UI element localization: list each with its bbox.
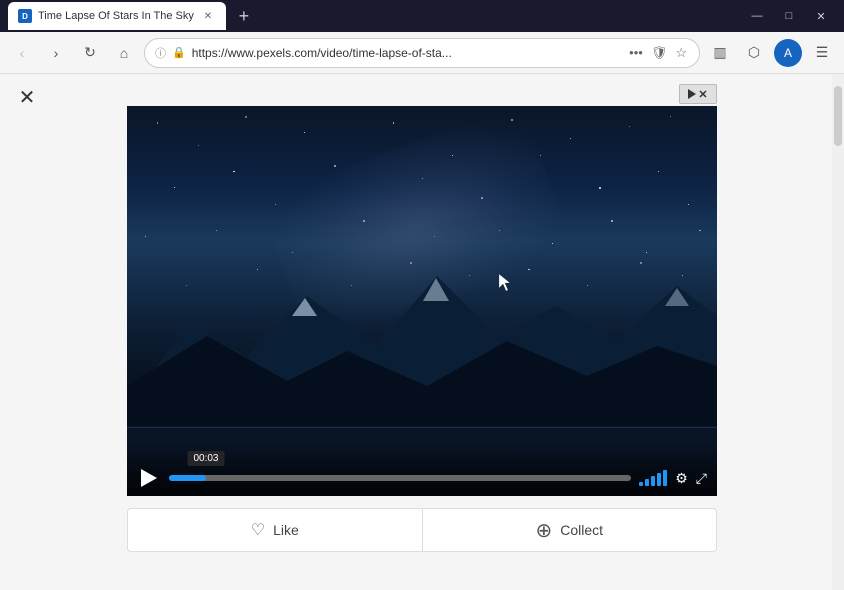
tab-title: Time Lapse Of Stars In The Sky — [38, 10, 194, 22]
time-tooltip: 00:03 — [187, 451, 224, 466]
action-buttons: ♡ Like ⊕ Collect — [127, 508, 717, 552]
forward-button[interactable]: › — [42, 39, 70, 67]
scrollbar[interactable] — [832, 74, 844, 590]
fullscreen-button[interactable]: ⤢ — [696, 470, 707, 487]
heart-icon: ♡ — [251, 520, 265, 540]
overlay-close-icon: ✕ — [698, 88, 707, 101]
overlay-play-icon — [688, 89, 696, 99]
pocket-button[interactable]: 🛡 — [649, 43, 670, 63]
like-label: Like — [273, 522, 299, 538]
restore-button[interactable]: □ — [774, 6, 804, 26]
bookmark-button[interactable]: ☆ — [673, 43, 689, 63]
plus-circle-icon: ⊕ — [535, 518, 552, 543]
navigation-bar: ‹ › ↻ ⌂ ⓘ 🔒 https://www.pexels.com/video… — [0, 32, 844, 74]
tab-close-button[interactable]: ✕ — [200, 8, 216, 24]
video-player[interactable]: 00:03 ⚙ ⤢ — [127, 106, 717, 496]
menu-button[interactable]: ☰ — [808, 39, 836, 67]
sync-icon: ⬡ — [748, 44, 760, 61]
foreground-mountains — [127, 296, 717, 436]
page-content: ✕ ✕ — [0, 74, 844, 590]
video-container: ✕ — [0, 74, 844, 552]
reload-icon: ↻ — [84, 44, 96, 61]
info-icon: ⓘ — [155, 45, 166, 61]
back-icon: ‹ — [20, 45, 25, 61]
collect-label: Collect — [560, 522, 603, 538]
new-tab-button[interactable]: + — [230, 2, 258, 30]
address-actions: ••• 🛡 ☆ — [627, 43, 689, 63]
tab-favicon: D — [18, 9, 32, 23]
gear-icon: ⚙ — [675, 470, 688, 486]
forward-icon: › — [54, 45, 59, 61]
fullscreen-icon: ⤢ — [696, 470, 707, 486]
volume-indicator[interactable] — [639, 470, 667, 486]
collect-button[interactable]: ⊕ Collect — [422, 508, 718, 552]
address-bar[interactable]: ⓘ 🔒 https://www.pexels.com/video/time-la… — [144, 38, 700, 68]
more-options-button[interactable]: ••• — [627, 43, 645, 62]
horizon-line — [127, 427, 717, 428]
video-progress-bar[interactable]: 00:03 — [169, 475, 631, 481]
scrollbar-thumb[interactable] — [834, 86, 842, 146]
browser-tab[interactable]: D Time Lapse Of Stars In The Sky ✕ — [8, 2, 226, 30]
profile-avatar[interactable]: A — [774, 39, 802, 67]
library-button[interactable]: ▥ — [706, 39, 734, 67]
video-progress-filled — [169, 475, 206, 481]
profile-initial: A — [784, 46, 792, 60]
minimize-button[interactable]: — — [742, 6, 772, 26]
controls-row: 00:03 ⚙ ⤢ — [137, 466, 707, 490]
hamburger-icon: ☰ — [816, 44, 829, 61]
video-controls: 00:03 ⚙ ⤢ — [127, 446, 717, 496]
toolbar-right: ▥ ⬡ A ☰ — [706, 39, 836, 67]
lock-icon: 🔒 — [172, 46, 186, 59]
back-button[interactable]: ‹ — [8, 39, 36, 67]
like-button[interactable]: ♡ Like — [127, 508, 422, 552]
home-icon: ⌂ — [120, 45, 128, 61]
library-icon: ▥ — [713, 44, 726, 61]
url-text: https://www.pexels.com/video/time-lapse-… — [192, 46, 621, 60]
settings-button[interactable]: ⚙ — [675, 470, 688, 487]
close-window-button[interactable]: ✕ — [806, 6, 836, 26]
window-controls: — □ ✕ — [742, 6, 836, 26]
browser-window: D Time Lapse Of Stars In The Sky ✕ + — □… — [0, 0, 844, 590]
play-button[interactable] — [137, 466, 161, 490]
home-button[interactable]: ⌂ — [110, 39, 138, 67]
video-overlay-button[interactable]: ✕ — [679, 84, 717, 104]
sync-button[interactable]: ⬡ — [740, 39, 768, 67]
title-bar: D Time Lapse Of Stars In The Sky ✕ + — □… — [0, 0, 844, 32]
reload-button[interactable]: ↻ — [76, 39, 104, 67]
play-icon — [141, 469, 157, 487]
